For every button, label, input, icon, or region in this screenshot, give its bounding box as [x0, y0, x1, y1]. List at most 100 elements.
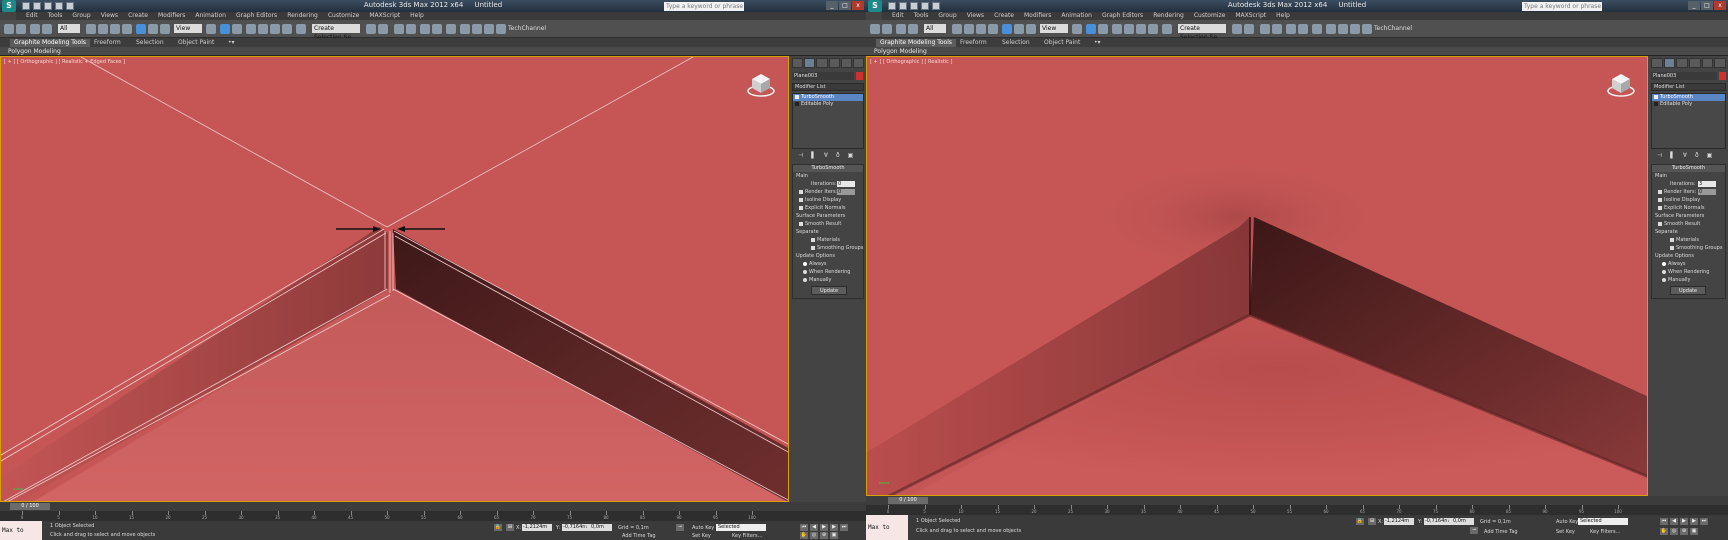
make-unique-icon[interactable]: ∀ [824, 152, 828, 160]
object-name-field[interactable]: Plane003 [1651, 72, 1717, 80]
render-production-icon[interactable] [1350, 24, 1360, 34]
viewport-label[interactable]: [ + ] [ Orthographic ] [ Realistic ] [870, 59, 952, 65]
pivot-center-icon[interactable] [206, 24, 216, 34]
pin-stack-icon[interactable]: ⊣ [1657, 152, 1662, 160]
align-icon[interactable] [378, 24, 388, 34]
menu-tools[interactable]: Tools [48, 12, 63, 20]
menu-maxscript[interactable]: MAXScript [369, 12, 400, 20]
select-object-icon[interactable] [86, 24, 96, 34]
layer-manager-icon[interactable] [394, 24, 404, 34]
maximize-button[interactable]: □ [839, 1, 851, 10]
menu-graph-editors[interactable]: Graph Editors [236, 12, 277, 20]
material-editor-icon[interactable] [446, 24, 456, 34]
menu-help[interactable]: Help [410, 12, 424, 20]
auto-key-button[interactable]: Auto Key [692, 525, 714, 531]
orbit-view-icon[interactable]: ◎ [1670, 528, 1678, 535]
key-mode-icon[interactable]: ⊸ [1470, 527, 1478, 534]
schematic-view-icon[interactable] [1298, 24, 1308, 34]
hierarchy-tab-icon[interactable] [816, 58, 828, 68]
percent-snap-icon[interactable] [270, 24, 280, 34]
mirror-icon[interactable] [1232, 24, 1242, 34]
hierarchy-tab-icon[interactable] [1676, 58, 1689, 68]
tab-freeform[interactable]: Freeform [956, 39, 991, 47]
rect-selection-icon[interactable] [976, 24, 986, 34]
tab-freeform[interactable]: Freeform [90, 39, 125, 47]
graphite-toggle-icon[interactable] [406, 24, 416, 34]
menu-group[interactable]: Group [72, 12, 90, 20]
schematic-view-icon[interactable] [432, 24, 442, 34]
rendered-frame-icon[interactable] [472, 24, 482, 34]
zoom-view-icon[interactable]: ⊕ [820, 532, 828, 539]
when-rendering-radio[interactable] [803, 269, 807, 274]
key-filters-button[interactable]: Key Filters... [732, 533, 762, 539]
spinner-snap-icon[interactable] [282, 24, 292, 34]
lock-selection-icon[interactable]: 🔒 [494, 524, 502, 531]
next-frame-icon[interactable]: ▶ [1690, 518, 1698, 525]
named-selection-set-dropdown[interactable]: Create Selection Se [312, 24, 360, 41]
reference-coordinate-dropdown[interactable]: View [1040, 24, 1068, 33]
transform-mode-icon[interactable]: ⊞ [506, 524, 514, 531]
key-set-dropdown[interactable]: Selected [716, 524, 766, 531]
goto-start-icon[interactable]: ⏮ [800, 524, 808, 531]
time-slider[interactable]: 0 / 100 [888, 497, 928, 504]
menu-animation[interactable]: Animation [195, 12, 226, 20]
display-tab-icon[interactable] [1701, 58, 1714, 68]
stack-item-editable-poly[interactable]: Editable Poly [793, 101, 863, 108]
modifier-list-dropdown[interactable]: Modifier List [1651, 83, 1726, 91]
menu-tools[interactable]: Tools [914, 12, 929, 20]
max-toggle-icon[interactable]: ▣ [830, 532, 838, 539]
select-rotate-icon[interactable] [148, 24, 158, 34]
motion-tab-icon[interactable] [828, 58, 840, 68]
manually-radio[interactable] [1662, 277, 1666, 282]
modify-tab-icon[interactable] [804, 58, 816, 68]
play-icon[interactable]: ▶ [1680, 518, 1688, 525]
select-manipulate-icon[interactable] [220, 24, 230, 34]
smoothing-groups-checkbox[interactable] [811, 245, 815, 250]
z-coordinate[interactable]: 0,0m [1452, 518, 1474, 525]
polygon-modeling-panel[interactable]: Polygon Modeling [8, 47, 61, 56]
viewcube-icon[interactable] [1607, 71, 1635, 99]
viewport-label[interactable]: [ + ] [ Orthographic ] [ Realistic + Edg… [4, 59, 125, 65]
menu-help[interactable]: Help [1276, 12, 1290, 20]
spinner-snap-icon[interactable] [1148, 24, 1158, 34]
remove-modifier-icon[interactable]: ð [1695, 152, 1699, 160]
select-scale-icon[interactable] [160, 24, 170, 34]
play-icon[interactable]: ▶ [820, 524, 828, 531]
track-bar[interactable]: 0 5 10 15 20 25 30 35 40 45 50 55 60 65 70 75 80 85 90 95 10… [0, 511, 866, 521]
menu-animation[interactable]: Animation [1061, 12, 1092, 20]
display-tab-icon[interactable] [840, 58, 852, 68]
update-button[interactable]: Update [1670, 286, 1706, 295]
edit-named-selection-icon[interactable] [296, 24, 306, 34]
set-key-button[interactable]: Set Key [1556, 529, 1575, 535]
select-by-name-icon[interactable] [98, 24, 108, 34]
stack-item-turbosmooth[interactable]: TurboSmooth [793, 94, 863, 101]
object-color-swatch[interactable] [1719, 72, 1726, 80]
pin-stack-icon[interactable]: ⊣ [798, 152, 803, 160]
curve-editor-icon[interactable] [1286, 24, 1296, 34]
named-selection-set-dropdown[interactable]: Create Selection Se [1178, 24, 1226, 41]
smooth-result-checkbox[interactable] [1658, 221, 1662, 226]
configure-sets-icon[interactable]: ▣ [848, 152, 854, 160]
show-end-result-icon[interactable]: ▌ [1670, 152, 1675, 160]
keyboard-shortcut-icon[interactable] [232, 24, 242, 34]
close-button[interactable]: x [1714, 1, 1726, 10]
stack-item-turbosmooth[interactable]: TurboSmooth [1652, 94, 1725, 101]
viewport[interactable]: [ + ] [ Orthographic ] [ Realistic + Edg… [0, 56, 789, 502]
render-production-icon[interactable] [484, 24, 494, 34]
utilities-tab-icon[interactable] [852, 58, 865, 68]
tech-channel-icon[interactable] [496, 24, 506, 34]
goto-start-icon[interactable]: ⏮ [1660, 518, 1668, 525]
orbit-view-icon[interactable]: ◎ [810, 532, 818, 539]
z-coordinate[interactable]: 0,0m [590, 524, 612, 531]
close-button[interactable]: x [852, 1, 864, 10]
menu-edit[interactable]: Edit [892, 12, 904, 20]
lock-selection-icon[interactable]: 🔒 [1356, 518, 1364, 525]
modify-tab-icon[interactable] [1663, 58, 1676, 68]
x-coordinate[interactable]: -1,2124m [1384, 518, 1414, 525]
selection-filter-dropdown[interactable]: All [924, 24, 946, 33]
zoom-view-icon[interactable]: ⊕ [1680, 528, 1688, 535]
select-move-icon[interactable] [136, 24, 146, 34]
menu-rendering[interactable]: Rendering [287, 12, 318, 20]
ribbon-options-icon[interactable]: •▾ [224, 39, 239, 47]
menu-edit[interactable]: Edit [26, 12, 38, 20]
